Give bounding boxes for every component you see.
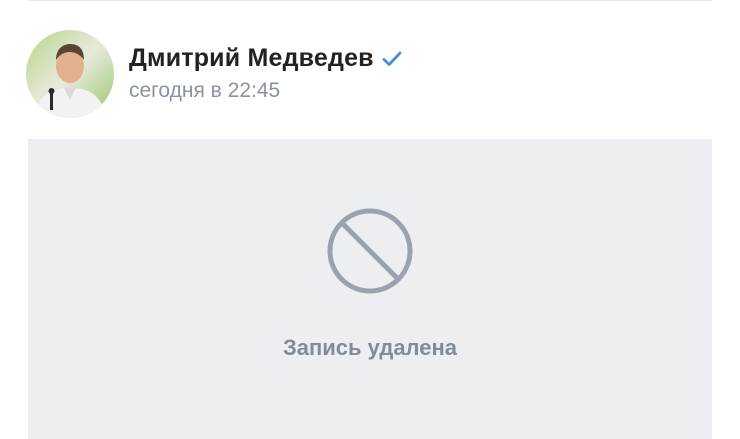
prohibited-icon (326, 207, 414, 295)
post-header: Дмитрий Медведев сегодня в 22:45 (26, 30, 402, 118)
author-avatar[interactable] (26, 30, 114, 118)
verified-check-icon (382, 49, 402, 69)
author-info: Дмитрий Медведев сегодня в 22:45 (129, 44, 402, 103)
deleted-post-text: Запись удалена (282, 335, 458, 360)
deleted-post-placeholder: Запись удалена (28, 139, 712, 439)
author-name[interactable]: Дмитрий Медведев (129, 44, 374, 73)
post-time[interactable]: сегодня в 22:45 (129, 79, 402, 103)
top-divider (28, 0, 712, 1)
author-line: Дмитрий Медведев (129, 44, 402, 73)
avatar-image (26, 30, 114, 118)
